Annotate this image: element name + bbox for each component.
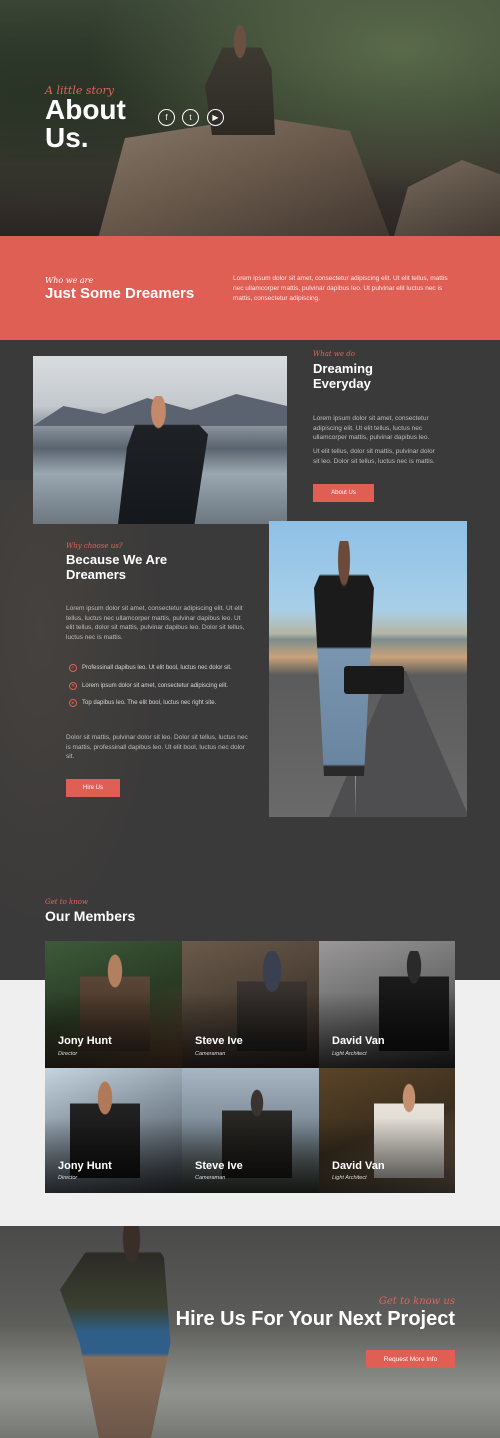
because-title-line2: Dreamers <box>66 567 126 582</box>
dreaming-title-line1: Dreaming <box>313 361 373 376</box>
cta-kicker: Get to know us <box>378 1296 455 1307</box>
camera <box>344 666 404 694</box>
hero-title: About Us. <box>45 96 126 152</box>
member-card[interactable]: Jony Hunt Director <box>45 941 182 1068</box>
because-kicker: Why choose us? <box>66 542 123 550</box>
facebook-icon[interactable]: f <box>158 109 175 126</box>
members-grid: Jony Hunt Director Steve Ive Cameraman D… <box>45 941 455 1193</box>
because-text: Lorem ipsum dolor sit amet, consectetur … <box>66 605 245 641</box>
member-name: Jony Hunt <box>58 1160 112 1172</box>
cta-title: Hire Us For Your Next Project <box>175 1308 455 1330</box>
dreaming-kicker: What we do <box>313 350 355 358</box>
dreaming-text-1: Lorem ipsum dolor sit amet, consectetur … <box>313 415 430 441</box>
feature-item-2: Lorem ipsum dolor sit amet, consectetur … <box>82 683 229 689</box>
member-role: Light Architect <box>332 1051 367 1057</box>
because-title-line1: Because We Are <box>66 552 168 567</box>
members-title: Our Members <box>45 908 136 924</box>
feature-item-3: Top dapibus leo. The elit bool, luctus n… <box>82 700 217 706</box>
play-circle-icon: ▸ <box>69 699 77 707</box>
because-text-2: Dolor sit mattis, pulvinar dolor sit leo… <box>66 734 248 760</box>
dreaming-photo <box>33 356 287 524</box>
request-more-info-button[interactable]: Request More Info <box>366 1350 455 1368</box>
members-kicker: Get to know <box>45 898 88 906</box>
youtube-icon[interactable]: ▶ <box>207 109 224 126</box>
hire-us-button[interactable]: Hire Us <box>66 779 120 797</box>
member-card[interactable]: Jony Hunt Director <box>45 1068 182 1193</box>
member-card[interactable]: Steve Ive Cameraman <box>182 941 319 1068</box>
member-role: Director <box>58 1175 78 1181</box>
member-name: Jony Hunt <box>58 1035 112 1047</box>
member-role: Cameraman <box>195 1051 226 1057</box>
because-title: Because We Are Dreamers <box>66 552 167 582</box>
dreaming-text-2: Ut elit tellus, dolor sit mattis, pulvin… <box>313 448 435 465</box>
intro-kicker: Who we are <box>45 276 94 285</box>
member-card[interactable]: David Van Light Architect <box>319 941 455 1068</box>
hero-section: A little story About Us. f t ▶ <box>0 0 500 236</box>
cta-section: Get to know us Hire Us For Your Next Pro… <box>0 1226 500 1438</box>
check-circle-icon: ✓ <box>69 664 77 672</box>
twitter-icon[interactable]: t <box>182 109 199 126</box>
member-role: Light Architect <box>332 1175 367 1181</box>
intro-text: Lorem ipsum dolor sit amet, consectetur … <box>233 275 448 302</box>
hero-title-line1: About <box>45 94 126 125</box>
feature-item-1: Professinall dapibus leo. Ut elit bool, … <box>82 665 232 671</box>
member-name: Steve Ive <box>195 1035 243 1047</box>
cta-haze <box>0 1326 500 1438</box>
member-role: Cameraman <box>195 1175 226 1181</box>
dreaming-title: Dreaming Everyday <box>313 361 373 391</box>
member-name: David Van <box>332 1160 385 1172</box>
intro-band: Who we are Just Some Dreamers Lorem ipsu… <box>0 236 500 340</box>
member-name: David Van <box>332 1035 385 1047</box>
road-photo <box>269 521 467 817</box>
x-circle-icon: ✕ <box>69 682 77 690</box>
intro-title: Just Some Dreamers <box>45 285 195 302</box>
member-role: Director <box>58 1051 78 1057</box>
hero-title-line2: Us. <box>45 122 89 153</box>
about-us-button[interactable]: About Us <box>313 484 374 502</box>
member-card[interactable]: Steve Ive Cameraman <box>182 1068 319 1193</box>
member-name: Steve Ive <box>195 1160 243 1172</box>
member-card[interactable]: David Van Light Architect <box>319 1068 455 1193</box>
dreaming-title-line2: Everyday <box>313 376 371 391</box>
